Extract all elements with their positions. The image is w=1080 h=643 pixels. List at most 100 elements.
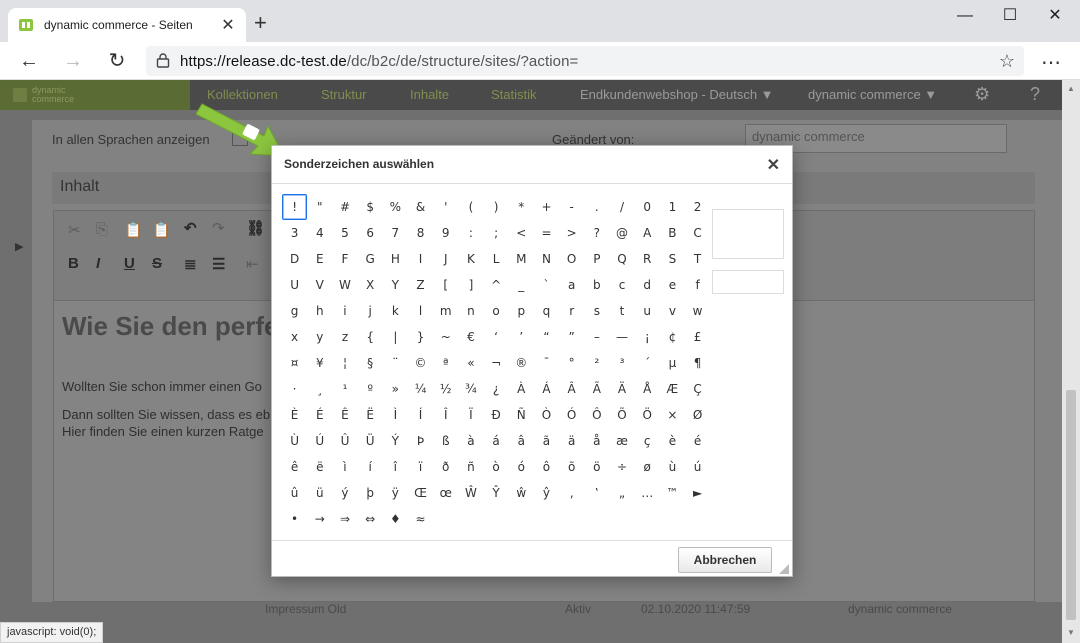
special-char-cell[interactable]: | xyxy=(383,324,408,350)
special-char-cell[interactable]: + xyxy=(534,194,559,220)
special-char-cell[interactable]: ÿ xyxy=(383,480,408,506)
special-char-cell[interactable]: ¯ xyxy=(534,350,559,376)
special-char-cell[interactable]: ] xyxy=(458,272,483,298)
special-char-cell[interactable]: o xyxy=(484,298,509,324)
special-char-cell[interactable]: / xyxy=(609,194,634,220)
special-char-cell[interactable]: j xyxy=(358,298,383,324)
special-char-cell[interactable]: ¹ xyxy=(332,376,357,402)
special-char-cell[interactable]: & xyxy=(408,194,433,220)
special-char-cell[interactable]: w xyxy=(685,298,710,324)
special-char-cell[interactable]: Û xyxy=(332,428,357,454)
special-char-cell[interactable]: F xyxy=(332,246,357,272)
special-char-cell[interactable]: # xyxy=(332,194,357,220)
special-char-cell[interactable]: u xyxy=(635,298,660,324)
special-char-cell[interactable]: À xyxy=(509,376,534,402)
special-char-cell[interactable]: § xyxy=(358,350,383,376)
special-char-cell[interactable]: ‛ xyxy=(584,480,609,506)
special-char-cell[interactable]: ó xyxy=(509,454,534,480)
special-char-cell[interactable]: “ xyxy=(534,324,559,350)
special-char-cell[interactable]: q xyxy=(534,298,559,324)
special-char-cell[interactable]: » xyxy=(383,376,408,402)
special-char-cell[interactable]: g xyxy=(282,298,307,324)
special-char-cell[interactable]: ê xyxy=(282,454,307,480)
special-char-cell[interactable]: ; xyxy=(484,220,509,246)
special-char-cell[interactable]: T xyxy=(685,246,710,272)
special-char-cell[interactable]: á xyxy=(484,428,509,454)
special-char-cell[interactable]: E xyxy=(307,246,332,272)
special-char-cell[interactable]: ♦ xyxy=(383,506,408,532)
sidebar-expand-icon[interactable]: ▶ xyxy=(15,240,23,253)
window-close-button[interactable]: ✕ xyxy=(1032,4,1078,28)
special-char-cell[interactable]: ™ xyxy=(660,480,685,506)
special-char-cell[interactable]: → xyxy=(307,506,332,532)
special-char-cell[interactable]: ¼ xyxy=(408,376,433,402)
special-char-cell[interactable]: H xyxy=(383,246,408,272)
special-char-cell[interactable]: @ xyxy=(609,220,634,246)
special-char-cell[interactable]: X xyxy=(358,272,383,298)
special-char-cell[interactable]: z xyxy=(332,324,357,350)
special-char-cell[interactable]: e xyxy=(660,272,685,298)
special-char-cell[interactable]: J xyxy=(433,246,458,272)
window-maximize-button[interactable]: ☐ xyxy=(987,4,1033,28)
special-char-cell[interactable]: Á xyxy=(534,376,559,402)
new-tab-button[interactable]: + xyxy=(254,12,267,34)
special-char-cell[interactable]: h xyxy=(307,298,332,324)
special-char-cell[interactable]: ÷ xyxy=(609,454,634,480)
special-char-cell[interactable]: ) xyxy=(484,194,509,220)
special-char-cell[interactable]: 8 xyxy=(408,220,433,246)
bold-button[interactable]: B xyxy=(68,255,79,272)
special-char-cell[interactable]: Ù xyxy=(282,428,307,454)
special-char-cell[interactable]: € xyxy=(458,324,483,350)
numbered-list-icon[interactable]: ≣ xyxy=(184,255,197,273)
special-char-cell[interactable]: ` xyxy=(534,272,559,298)
special-char-cell[interactable]: ³ xyxy=(609,350,634,376)
nav-statistik[interactable]: Statistik xyxy=(491,87,537,102)
special-char-cell[interactable]: M xyxy=(509,246,534,272)
special-char-cell[interactable]: 9 xyxy=(433,220,458,246)
special-char-cell[interactable]: Þ xyxy=(408,428,433,454)
special-char-cell[interactable]: í xyxy=(358,454,383,480)
special-char-cell[interactable]: Y xyxy=(383,272,408,298)
special-char-cell[interactable]: S xyxy=(660,246,685,272)
special-char-cell[interactable]: N xyxy=(534,246,559,272)
special-char-cell[interactable]: à xyxy=(458,428,483,454)
special-char-cell[interactable]: y xyxy=(307,324,332,350)
special-char-cell[interactable]: Æ xyxy=(660,376,685,402)
special-char-cell[interactable]: º xyxy=(358,376,383,402)
back-button[interactable]: ← xyxy=(16,48,42,74)
link-icon[interactable]: ⛓ xyxy=(246,219,265,237)
special-char-cell[interactable]: 0 xyxy=(635,194,660,220)
help-icon[interactable]: ? xyxy=(1030,84,1040,105)
shop-selector[interactable]: Endkundenwebshop - Deutsch ▼ xyxy=(580,87,774,102)
special-char-cell[interactable]: Ŷ xyxy=(484,480,509,506)
special-char-cell[interactable]: ì xyxy=(332,454,357,480)
special-char-cell[interactable]: v xyxy=(660,298,685,324)
browser-tab[interactable]: dynamic commerce - Seiten ✕ xyxy=(8,8,246,42)
special-char-cell[interactable]: Ì xyxy=(383,402,408,428)
special-char-cell[interactable]: { xyxy=(358,324,383,350)
special-char-cell[interactable]: ^ xyxy=(484,272,509,298)
special-char-cell[interactable]: 3 xyxy=(282,220,307,246)
special-char-cell[interactable]: m xyxy=(433,298,458,324)
special-char-cell[interactable]: È xyxy=(282,402,307,428)
special-char-cell[interactable]: Ô xyxy=(584,402,609,428)
special-char-cell[interactable]: ¸ xyxy=(307,376,332,402)
special-char-cell[interactable]: D xyxy=(282,246,307,272)
special-char-cell[interactable]: } xyxy=(408,324,433,350)
special-char-cell[interactable]: k xyxy=(383,298,408,324)
special-char-cell[interactable]: É xyxy=(307,402,332,428)
special-char-cell[interactable]: 1 xyxy=(660,194,685,220)
special-char-cell[interactable]: µ xyxy=(660,350,685,376)
browser-menu-button[interactable]: ⋯ xyxy=(1041,50,1062,75)
special-char-cell[interactable]: Í xyxy=(408,402,433,428)
special-char-cell[interactable]: ≈ xyxy=(408,506,433,532)
nav-struktur[interactable]: Struktur xyxy=(321,87,367,102)
special-char-cell[interactable]: Ä xyxy=(609,376,634,402)
special-char-cell[interactable]: Ø xyxy=(685,402,710,428)
special-char-cell[interactable]: ¥ xyxy=(307,350,332,376)
special-char-cell[interactable]: s xyxy=(584,298,609,324)
special-char-cell[interactable]: Ó xyxy=(559,402,584,428)
content-paragraph-3[interactable]: Hier finden Sie einen kurzen Ratge xyxy=(62,424,264,439)
special-char-cell[interactable]: ¡ xyxy=(635,324,660,350)
special-char-cell[interactable]: ~ xyxy=(433,324,458,350)
